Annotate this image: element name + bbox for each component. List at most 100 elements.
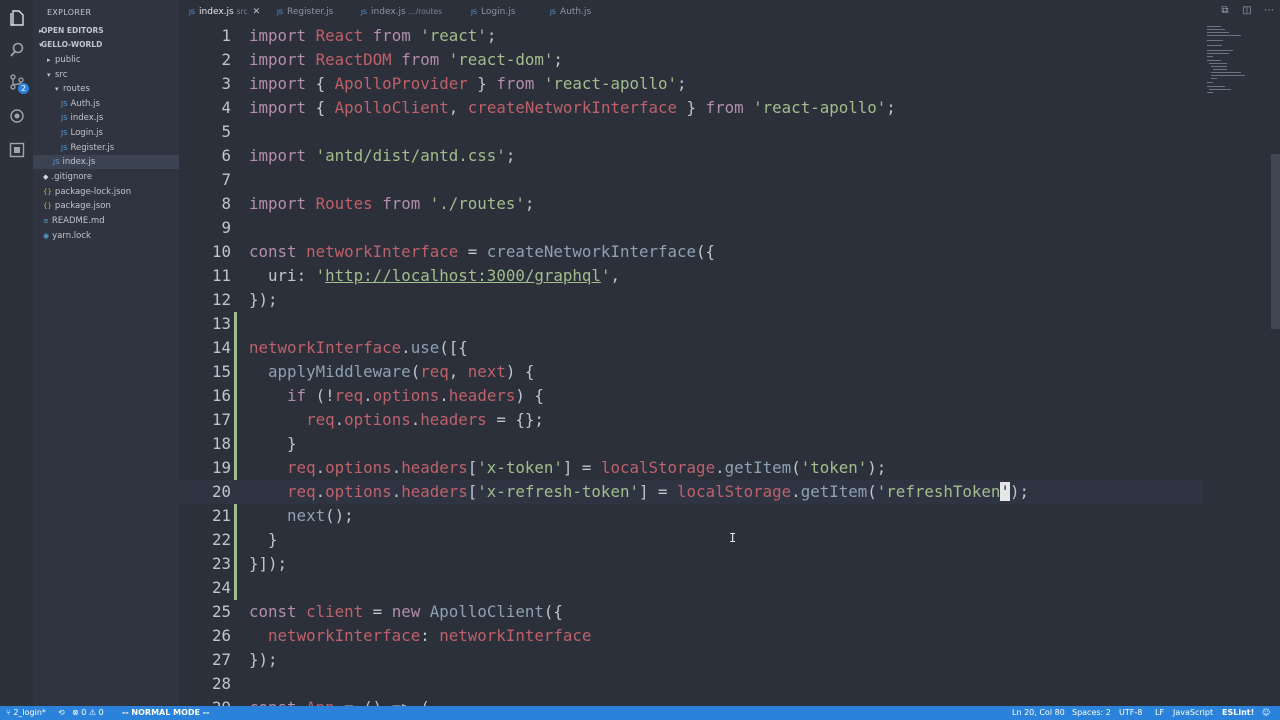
tab-index-routes[interactable]: JS index.js .../routes <box>361 0 442 24</box>
line-number: 16 <box>211 386 231 405</box>
line-number: 1 <box>221 26 231 45</box>
line-number: 22 <box>211 530 231 549</box>
tree-label: package.json <box>54 201 111 211</box>
code-line: 5 <box>179 120 1203 144</box>
code-line-current: 20 req.options.headers['x-refresh-token'… <box>179 480 1203 504</box>
code-line: 18 } <box>179 432 1203 456</box>
open-editors-section[interactable]: ▸OPEN EDITORS <box>33 24 179 38</box>
tree-label: index.js <box>70 113 104 123</box>
tab-label: Auth.js <box>560 7 592 17</box>
js-file-icon: JS <box>53 158 60 166</box>
js-file-icon: JS <box>61 144 68 152</box>
language-mode[interactable]: JavaScript <box>1173 706 1213 720</box>
split-editor-icon[interactable]: ◫ <box>1241 5 1253 17</box>
code-line: 25 const client = new ApolloClient({ <box>179 600 1203 624</box>
code-line: 23}]); <box>179 552 1203 576</box>
warning-icon: ⚠ <box>88 708 99 717</box>
code-line: 19 req.options.headers['x-token'] = loca… <box>179 456 1203 480</box>
warning-count: 0 <box>98 708 104 717</box>
json-file-icon: {} <box>43 202 52 210</box>
line-number: 3 <box>221 74 231 93</box>
tree-label: package-lock.json <box>54 187 132 197</box>
js-file-icon: JS <box>471 8 478 16</box>
open-changes-icon[interactable]: ⧉ <box>1219 5 1231 17</box>
encoding[interactable]: UTF-8 <box>1119 706 1142 720</box>
code-line: 21 next(); <box>179 504 1203 528</box>
error-count: 0 <box>81 708 87 717</box>
tree-label: public <box>55 55 81 65</box>
tree-label: Register.js <box>70 143 115 153</box>
code-line: 7 <box>179 168 1203 192</box>
chevron-right-icon: ▸ <box>39 27 43 35</box>
yarn-file-icon: ◉ <box>43 232 50 240</box>
tab-login[interactable]: JS Login.js <box>471 0 515 24</box>
files-icon[interactable] <box>7 8 27 28</box>
close-icon[interactable]: ✕ <box>253 7 261 17</box>
line-ending[interactable]: LF <box>1155 706 1164 720</box>
tree-label: Auth.js <box>70 99 100 109</box>
line-number: 15 <box>211 362 231 381</box>
code-line: 2 import ReactDOM from 'react-dom'; <box>179 48 1203 72</box>
tab-index-src[interactable]: JS index.js src ✕ <box>189 0 260 24</box>
tab-hint: .../routes <box>408 7 443 16</box>
cursor-position[interactable]: Ln 20, Col 80 <box>1012 706 1065 720</box>
tree-file-routes-index[interactable]: JS index.js <box>33 111 179 125</box>
source-control-icon[interactable]: 2 <box>7 72 29 94</box>
status-bar: ⑂ 2_login* ⟲ ⊗ 0 ⚠ 0 -- NORMAL MODE -- L… <box>0 706 1280 720</box>
line-number: 12 <box>211 290 231 309</box>
tree-file-auth[interactable]: JS Auth.js <box>33 97 179 111</box>
line-number: 10 <box>211 242 231 261</box>
tree-file-readme[interactable]: ≡ README.md <box>33 214 179 228</box>
extensions-icon[interactable] <box>7 140 27 160</box>
mouse-ibeam-icon: I <box>729 531 737 545</box>
error-icon: ⊗ <box>72 708 82 717</box>
tree-file-register[interactable]: JS Register.js <box>33 141 179 155</box>
line-number: 21 <box>211 506 231 525</box>
branch-label: 2_login* <box>13 708 46 717</box>
tree-file-package[interactable]: {} package.json <box>33 199 179 213</box>
tab-register[interactable]: JS Register.js <box>277 0 333 24</box>
tree-file-gitignore[interactable]: ◆ .gitignore <box>33 170 179 184</box>
tab-label: index.js <box>371 7 406 17</box>
code-editor[interactable]: 1 import React from 'react'; 2 import Reac… <box>179 24 1203 706</box>
git-branch[interactable]: ⑂ 2_login* <box>6 706 46 720</box>
tree-file-package-lock[interactable]: {} package-lock.json <box>33 185 179 199</box>
search-icon[interactable] <box>7 40 27 60</box>
tree-file-src-index[interactable]: JS index.js <box>33 155 179 169</box>
tree-folder-routes[interactable]: ▾ routes <box>33 82 179 96</box>
chevron-down-icon: ▾ <box>39 41 43 49</box>
more-actions-icon[interactable]: ⋯ <box>1263 5 1275 17</box>
explorer-title: EXPLORER <box>47 8 92 17</box>
tree-folder-public[interactable]: ▸ public <box>33 53 179 67</box>
chevron-right-icon: ▸ <box>47 56 51 64</box>
scrollbar-thumb[interactable] <box>1271 154 1280 329</box>
tree-file-yarn-lock[interactable]: ◉ yarn.lock <box>33 229 179 243</box>
project-section[interactable]: ▾GELLO-WORLD <box>33 38 179 52</box>
tree-file-login[interactable]: JS Login.js <box>33 126 179 140</box>
problems-indicator[interactable]: ⊗ 0 ⚠ 0 <box>72 706 104 720</box>
vertical-scrollbar[interactable] <box>1271 24 1280 706</box>
code-line: 13 <box>179 312 1203 336</box>
code-line: 22 } <box>179 528 1203 552</box>
tab-auth[interactable]: JS Auth.js <box>550 0 591 24</box>
code-line: 28 <box>179 672 1203 696</box>
tree-label: yarn.lock <box>52 231 91 241</box>
code-line: 26 networkInterface: networkInterface <box>179 624 1203 648</box>
chevron-down-icon: ▾ <box>47 71 51 79</box>
line-number: 11 <box>211 266 231 285</box>
json-file-icon: {} <box>43 188 52 196</box>
tab-label: Register.js <box>287 7 334 17</box>
debug-icon[interactable] <box>7 106 27 126</box>
minimap[interactable] <box>1203 24 1271 706</box>
feedback-icon[interactable]: ☺ <box>1262 706 1270 720</box>
line-number: 7 <box>221 170 231 189</box>
js-file-icon: JS <box>277 8 284 16</box>
project-label: GELLO-WORLD <box>41 40 103 49</box>
indentation[interactable]: Spaces: 2 <box>1072 706 1111 720</box>
js-file-icon: JS <box>61 114 68 122</box>
line-number: 17 <box>211 410 231 429</box>
eslint-status[interactable]: ESLint! <box>1222 706 1254 720</box>
code-line: 11 uri: 'http://localhost:3000/graphql', <box>179 264 1203 288</box>
sync-icon[interactable]: ⟲ <box>58 706 65 720</box>
tree-folder-src[interactable]: ▾ src <box>33 68 179 82</box>
